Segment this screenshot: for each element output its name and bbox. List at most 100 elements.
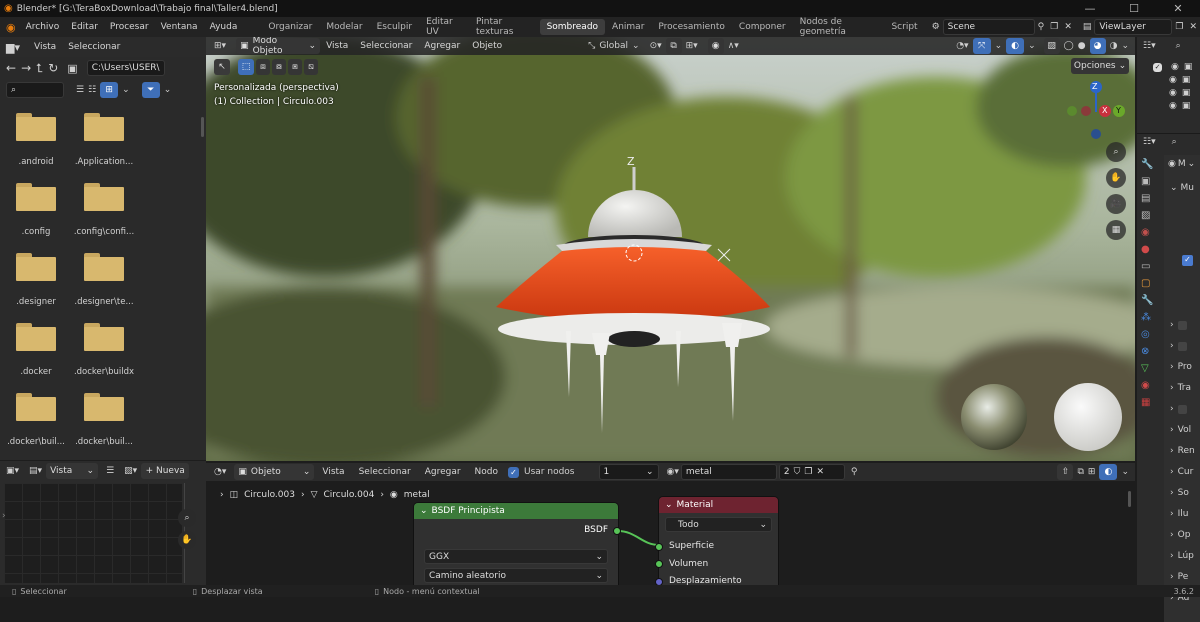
surface-socket[interactable] — [655, 542, 663, 551]
subsurface-method-dropdown[interactable]: Camino aleatorio ⌄ — [424, 568, 608, 583]
outliner-editor-icon[interactable]: ☷▾ — [1143, 41, 1156, 51]
workspace-tab-animar[interactable]: Animar — [605, 19, 651, 35]
file-browser-scrollbar[interactable] — [201, 117, 204, 137]
bsdf-principled-node[interactable]: ⌄ BSDF Principista BSDF GGX ⌄ Camino aleat… — [414, 503, 621, 585]
material-output-node[interactable]: ⌄ Material Todo ⌄ Superficie Volumen Despl… — [655, 497, 778, 586]
image-canvas[interactable] — [4, 483, 182, 583]
maximize-button[interactable]: ☐ — [1112, 2, 1156, 15]
prop-panel-row[interactable]: › Lúp — [1170, 546, 1195, 567]
menu-hamburger-icon[interactable]: ☰ — [106, 466, 114, 476]
properties-editor-icon[interactable]: ☷▾ — [1143, 137, 1156, 147]
prop-panel-row[interactable]: › — [1170, 399, 1195, 420]
file-item[interactable]: .docker — [2, 323, 70, 377]
zoom-icon[interactable]: ⌕ — [1106, 142, 1126, 162]
menu-archivo[interactable]: Archivo — [20, 22, 66, 32]
scene-tab-icon[interactable]: ◉ — [1141, 227, 1153, 238]
3d-viewport[interactable]: Z ⊞▾ ▣ Modo Objeto ⌄ Vista Seleccionar Agr… — [206, 37, 1135, 461]
filter-dropdown-icon[interactable]: ⌄ — [164, 85, 172, 95]
viewport-menu-seleccionar[interactable]: Seleccionar — [354, 41, 418, 51]
workspace-tab-procesamiento[interactable]: Procesamiento — [651, 19, 732, 35]
refresh-icon[interactable]: ↻ — [48, 61, 58, 75]
viewlayer-copy-icon[interactable]: ❐ — [1172, 22, 1186, 32]
bsdf-node-header[interactable]: ⌄ BSDF Principista — [414, 503, 618, 519]
image-pan-hand-icon[interactable]: ✋ — [178, 531, 196, 549]
workspace-tab-esculpir[interactable]: Esculpir — [370, 19, 419, 35]
material-name-field[interactable]: M — [1178, 159, 1186, 169]
file-browser-menu-vista[interactable]: Vista — [28, 42, 62, 52]
eye-icon[interactable]: ◉ — [1169, 100, 1177, 113]
distribution-dropdown[interactable]: GGX ⌄ — [424, 549, 608, 564]
collection-tab-icon[interactable]: ▭ — [1141, 261, 1153, 272]
workspace-tab-organizar[interactable]: Organizar — [261, 19, 319, 35]
prop-panel-row[interactable]: › Cur — [1170, 462, 1195, 483]
workspace-tab-modelar[interactable]: Modelar — [319, 19, 369, 35]
file-browser-editor-icon[interactable]: ▆▾ — [6, 41, 20, 54]
falloff-icon[interactable]: ∧▾ — [728, 41, 739, 51]
solid-shading-icon[interactable]: ● — [1078, 41, 1086, 51]
collapse-chevron-icon[interactable]: ⌄ — [420, 506, 428, 516]
eye-icon[interactable]: ◉ — [1169, 87, 1177, 100]
prop-panel-row[interactable]: › Ren — [1170, 441, 1195, 462]
collapse-chevron-icon[interactable]: ⌄ — [665, 500, 673, 510]
close-button[interactable]: ✕ — [1156, 2, 1200, 15]
view-mode-icon[interactable]: ▤▾ — [29, 466, 42, 476]
modifier-tab-icon[interactable]: 🔧 — [1141, 295, 1153, 306]
physics-tab-icon[interactable]: ◎ — [1141, 329, 1153, 340]
gizmo-toggle-icon[interactable]: ⤧ — [972, 38, 991, 54]
prop-panel-row[interactable]: › — [1170, 336, 1195, 357]
gizmo-y-label[interactable]: Y — [1116, 106, 1121, 115]
file-item[interactable]: .designer — [2, 253, 70, 307]
node-editor-scrollbar[interactable] — [1128, 491, 1131, 507]
short-list-icon[interactable]: ☷ — [88, 85, 96, 95]
file-item[interactable]: .docker\buildx — [70, 323, 138, 377]
material-preview-shading-icon[interactable]: ◕ — [1089, 38, 1106, 54]
select-invert-icon[interactable]: ⧆ — [288, 59, 302, 75]
scene-field[interactable]: Scene — [942, 19, 1035, 35]
prop-checkbox[interactable]: ✓ — [1182, 255, 1193, 266]
checkbox-icon[interactable]: ✓ — [1153, 63, 1162, 72]
world-tab-icon[interactable]: ● — [1141, 244, 1153, 255]
thumbnail-view-icon[interactable]: ⊞ — [100, 82, 119, 98]
wireframe-shading-icon[interactable]: ◯ — [1064, 41, 1074, 51]
forward-arrow-icon[interactable]: → — [21, 61, 31, 75]
mode-selector[interactable]: ▣ Modo Objeto ⌄ — [236, 37, 321, 56]
image-zoom-icon[interactable]: ⌕ — [178, 509, 196, 527]
render-tab-icon[interactable]: ▣ — [1141, 176, 1153, 187]
pan-hand-icon[interactable]: ✋ — [1106, 168, 1126, 188]
proportional-edit-icon[interactable]: ◉ — [707, 38, 724, 54]
path-field[interactable]: C:\Users\USER\ — [86, 60, 165, 76]
select-subtract-icon[interactable]: ⧇ — [272, 59, 286, 75]
particles-tab-icon[interactable]: ⁂ — [1141, 312, 1153, 323]
menu-procesar[interactable]: Procesar — [104, 22, 155, 32]
options-dropdown[interactable]: Opciones ⌄ — [1071, 58, 1129, 74]
outliner-row[interactable]: ◉ ▣ — [1153, 87, 1200, 100]
checkbox-icon[interactable] — [1177, 342, 1187, 351]
viewport-menu-objeto[interactable]: Objeto — [466, 41, 508, 51]
prop-panel-row[interactable]: › Tra — [1170, 378, 1195, 399]
snap-target-icon[interactable]: ⊞▾ — [686, 41, 698, 51]
filter-icon[interactable]: ⏷ — [141, 82, 160, 98]
volume-socket[interactable] — [655, 560, 663, 569]
gizmo-z-label[interactable]: Z — [1092, 82, 1097, 91]
scene-remove-icon[interactable]: ✕ — [1061, 22, 1075, 32]
view-dropdown-icon[interactable]: ⌄ — [122, 85, 130, 95]
file-item[interactable]: .config — [2, 183, 70, 237]
overlay-toggle-icon[interactable]: ◐ — [1006, 38, 1025, 54]
camera-view-icon[interactable]: 🎥 — [1106, 194, 1126, 214]
list-view-icon[interactable]: ☰ — [76, 85, 84, 95]
file-search-input[interactable]: ⌕ — [6, 82, 64, 98]
camera-icon[interactable]: ▣ — [1182, 74, 1191, 87]
workspace-tab-sombreado[interactable]: Sombreado — [539, 19, 606, 35]
prop-panel-row[interactable]: › So — [1170, 483, 1195, 504]
visibility-icon[interactable]: ◔▾ — [956, 41, 968, 51]
pivot-icon[interactable]: ⊙▾ — [650, 41, 662, 51]
viewlayer-remove-icon[interactable]: ✕ — [1186, 22, 1200, 32]
prop-panel-row[interactable]: › Pro — [1170, 357, 1195, 378]
outliner-row[interactable]: ◉ ▣ — [1153, 100, 1200, 113]
camera-icon[interactable]: ▣ — [1182, 87, 1191, 100]
back-arrow-icon[interactable]: ← — [6, 61, 16, 75]
file-item[interactable]: .android — [2, 113, 70, 167]
xray-icon[interactable]: ▨ — [1043, 38, 1060, 54]
viewport-menu-vista[interactable]: Vista — [320, 41, 354, 51]
menu-ventana[interactable]: Ventana — [155, 22, 204, 32]
